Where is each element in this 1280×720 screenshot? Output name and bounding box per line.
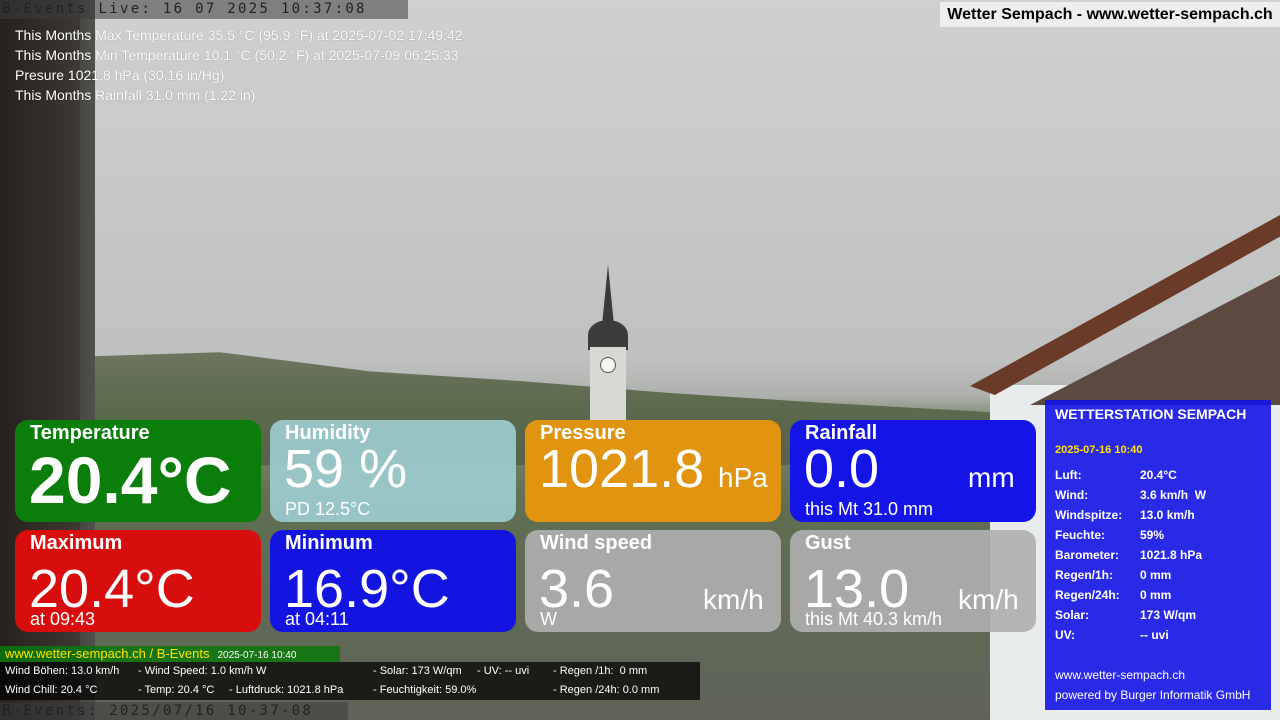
dew-point: PD 12.5°C — [285, 499, 371, 519]
solar: - Solar: 173 W/qm — [373, 665, 462, 677]
wind-direction: W — [540, 609, 557, 629]
rainfall-value: 0.0 — [804, 439, 880, 499]
minimum-time: at 04:11 — [285, 609, 349, 629]
bottom-title-bar: www.wetter-sempach.ch / B-Events 2025-07-… — [0, 646, 340, 662]
month-min-temperature: This Months Min Temperature 10.1 °C (50.… — [15, 47, 459, 63]
wind-speed-tile: Wind speed 3.6 km/h W — [525, 530, 781, 632]
uv: - UV: -- uvi — [477, 665, 530, 677]
maximum-time: at 09:43 — [30, 609, 96, 629]
wind-chill: Wind Chill: 20.4 °C — [5, 684, 98, 696]
station-panel: WETTERSTATION SEMPACH 2025-07-16 10:40 L… — [1045, 400, 1271, 710]
live-timestamp-ticker: B-Events Live: 16 07 2025 10:37:08 — [0, 0, 408, 19]
minimum-tile: Minimum 16.9°C at 04:11 — [270, 530, 516, 632]
station-rows: Luft: 20.4°C Wind: 3.6 km/h W Windspitze: 1… — [1055, 467, 1206, 647]
station-title: WETTERSTATION SEMPACH — [1055, 406, 1247, 422]
station-row: Regen/24h: 0 mm — [1055, 588, 1172, 602]
temperature-value: 20.4°C — [29, 443, 232, 517]
temp: - Temp: 20.4 °C — [138, 684, 215, 696]
humidity-tile: Humidity 59 % PD 12.5°C — [270, 420, 516, 522]
church-steeple — [586, 265, 630, 427]
pressure-tile: Pressure 1021.8 hPa — [525, 420, 781, 522]
bottom-timestamp-ticker: B-Events: 2025/07/16 10-37-08 — [0, 702, 348, 720]
air-pressure: - Luftdruck: 1021.8 hPa — [229, 684, 344, 696]
month-max-temperature: This Months Max Temperature 35.5 °C (95.… — [15, 27, 463, 43]
gust-month: this Mt 40.3 km/h — [805, 609, 943, 629]
station-row: Regen/1h: 0 mm — [1055, 568, 1172, 582]
month-rainfall: This Months Rainfall 31.0 mm (1.22 in) — [15, 87, 256, 103]
month-pressure: Presure 1021.8 hPa (30.16 in/Hg) — [15, 67, 225, 83]
wind-gusts: Wind Böhen: 13.0 km/h — [5, 665, 120, 677]
station-url: www.wetter-sempach.ch — [1055, 668, 1186, 682]
maximum-tile: Maximum 20.4°C at 09:43 — [15, 530, 261, 632]
tile-label: Minimum — [285, 532, 373, 554]
rainfall-tile: Rainfall 0.0 mm this Mt 31.0 mm — [790, 420, 1036, 522]
bottom-data-bar: Wind Böhen: 13.0 km/h - Wind Speed: 1.0 … — [0, 662, 700, 700]
pressure-value: 1021.8 — [539, 439, 705, 499]
tile-label: Gust — [805, 532, 851, 554]
rain-1h: - Regen /1h: 0 mm — [553, 665, 648, 677]
bottom-date: 2025-07-16 10:40 — [217, 650, 297, 661]
station-date: 2025-07-16 10:40 — [1055, 444, 1143, 456]
temperature-tile: Temperature 20.4°C — [15, 420, 261, 522]
gust-tile: Gust 13.0 km/h this Mt 40.3 km/h — [790, 530, 1036, 632]
month-stats: This Months Max Temperature 35.5 °C (95.… — [15, 25, 463, 105]
tile-label: Maximum — [30, 532, 123, 554]
station-row: Solar: 173 W/qm — [1055, 608, 1197, 622]
gust-unit: km/h — [958, 584, 1019, 615]
station-row: Wind: 3.6 km/h W — [1055, 488, 1207, 502]
humidity-value: 59 % — [284, 439, 408, 499]
pressure-unit: hPa — [718, 462, 768, 493]
station-row: Feuchte: 59% — [1055, 528, 1165, 542]
bottom-title: www.wetter-sempach.ch / B-Events — [5, 646, 210, 661]
rainfall-month: this Mt 31.0 mm — [805, 499, 934, 519]
station-row: Barometer: 1021.8 hPa — [1055, 548, 1203, 562]
tile-label: Wind speed — [540, 532, 653, 554]
wind-speed: - Wind Speed: 1.0 km/h W — [138, 665, 267, 677]
wind-speed-unit: km/h — [703, 584, 764, 615]
station-row: Windspitze: 13.0 km/h — [1055, 508, 1195, 522]
station-row: UV: -- uvi — [1055, 628, 1169, 642]
site-badge: Wetter Sempach - www.wetter-sempach.ch — [940, 2, 1280, 27]
humidity: - Feuchtigkeit: 59.0% — [373, 684, 477, 696]
station-credit: powered by Burger Informatik GmbH — [1055, 688, 1251, 702]
rainfall-unit: mm — [968, 462, 1015, 493]
rain-24h: - Regen /24h: 0.0 mm — [553, 684, 660, 696]
station-row: Luft: 20.4°C — [1055, 468, 1177, 482]
